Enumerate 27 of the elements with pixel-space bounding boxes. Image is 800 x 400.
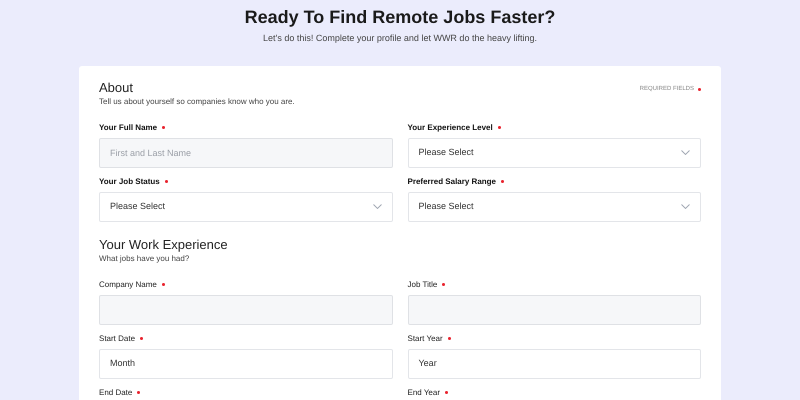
field-label: Start Year	[408, 334, 443, 342]
text-field[interactable]	[99, 294, 392, 324]
field-label: End Date	[99, 388, 132, 396]
section-title: About	[99, 80, 134, 96]
select-field[interactable]: Please Select	[408, 192, 701, 222]
field-label: Your Job Status	[99, 178, 160, 186]
select-field[interactable]: Year	[408, 348, 701, 378]
section-subtitle: What jobs have you had?	[99, 252, 190, 264]
text-field[interactable]	[408, 294, 701, 324]
field-label: End Year	[408, 388, 440, 396]
section-title: Your Work Experience	[99, 236, 228, 252]
field-label: Start Date	[99, 334, 136, 342]
field-label: Job Title	[408, 280, 438, 288]
chevron-down-icon	[681, 204, 690, 209]
chevron-down-icon	[681, 150, 690, 155]
select-field[interactable]: Please Select	[408, 138, 701, 168]
field-label: Company Name	[99, 280, 157, 288]
page-title: Ready To Find Remote Jobs Faster?	[244, 6, 556, 28]
field-label: Your Experience Level	[408, 124, 493, 132]
page-subtitle: Let’s do this! Complete your profile and let WWR do the heavy lifting.	[263, 32, 537, 45]
text-field[interactable]: First and Last Name	[99, 138, 392, 168]
field-label: Your Full Name	[99, 124, 158, 132]
chevron-down-icon	[372, 204, 382, 209]
select-field[interactable]: Please Select	[99, 192, 392, 222]
section-subtitle: Tell us about yourself so companies know who you are.	[99, 96, 295, 106]
field-label: Preferred Salary Range	[408, 178, 496, 186]
select-field[interactable]: Month	[99, 348, 392, 378]
